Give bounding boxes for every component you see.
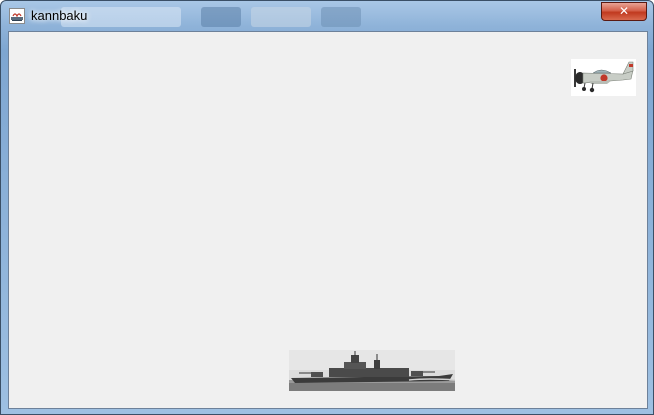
battleship-sprite [289, 350, 455, 391]
title-bar[interactable]: kannbaku ✕ [1, 1, 653, 31]
close-button[interactable]: ✕ [601, 2, 647, 21]
window-title: kannbaku [31, 8, 88, 23]
game-canvas[interactable] [8, 31, 648, 409]
app-window: kannbaku ✕ [0, 0, 654, 415]
fighter-plane-sprite [571, 59, 636, 96]
java-app-icon[interactable] [9, 8, 25, 24]
